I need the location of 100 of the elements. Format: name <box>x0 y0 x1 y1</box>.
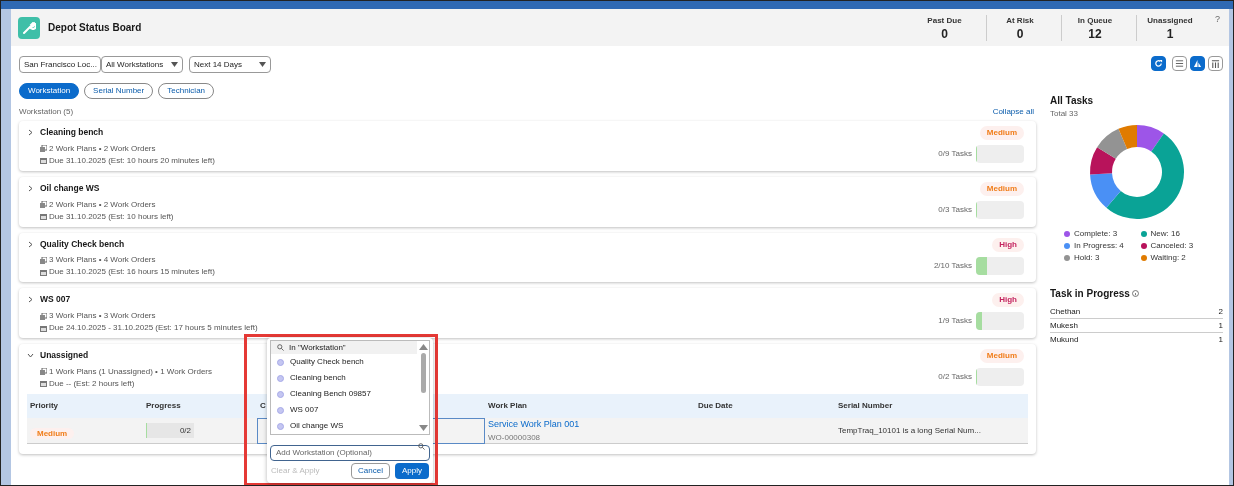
technician-name: Mukund <box>1050 334 1079 346</box>
scrollbar-thumb[interactable] <box>420 353 426 393</box>
stat-value: 0 <box>1016 26 1024 41</box>
documents-icon <box>40 368 47 376</box>
work-order-text: WO-00000308 <box>488 431 542 444</box>
due-text: Due 31.10.2025 (Est: 16 hours 15 minutes left) <box>49 266 215 279</box>
calendar-icon <box>40 213 47 220</box>
workstation-name: Unassigned <box>40 349 89 362</box>
workstation-name: Quality Check bench <box>40 237 125 251</box>
column-header: Progress <box>146 399 181 412</box>
documents-icon <box>40 256 47 264</box>
priority-tag: Medium <box>30 427 75 439</box>
stat-label: Past Due <box>927 14 962 27</box>
view-toggle[interactable] <box>1208 56 1223 71</box>
stat-label: At Risk <box>1006 14 1034 27</box>
collapse-all-link[interactable]: Collapse all <box>992 106 1034 118</box>
section-heading: Workstation (5) <box>19 106 74 118</box>
apply-button[interactable]: Apply <box>395 463 429 479</box>
column-header: Priority <box>30 399 58 412</box>
dropdown-option[interactable]: WS 007 <box>271 402 417 418</box>
serial-number-cell-text: TempTraq_10101 is a long Serial Num... <box>838 424 982 437</box>
dropdown-option[interactable]: Oil change WS <box>271 418 417 434</box>
work-plans-text: 3 Work Plans • 4 Work Orders <box>49 254 156 267</box>
chevron-right-icon[interactable] <box>27 296 34 304</box>
dropdown-option[interactable]: Cleaning bench <box>271 370 417 386</box>
legend-label: Hold: 3 <box>1074 252 1100 264</box>
legend-label: Waiting: 2 <box>1150 252 1186 264</box>
priority-tag: Medium <box>979 126 1024 140</box>
view-toggle[interactable] <box>1172 56 1187 71</box>
panel-title: Task in Progress <box>1050 287 1130 301</box>
caret-icon <box>259 62 266 67</box>
stat-value: 1 <box>1166 26 1174 41</box>
caret-icon <box>171 62 178 67</box>
scroll-up-icon[interactable] <box>418 344 428 350</box>
task-count: 1/9 Tasks <box>938 315 972 328</box>
legend-label: Complete: 3 <box>1074 228 1118 240</box>
task-count: 1 <box>1218 334 1223 346</box>
filter-dropdown[interactable]: All Workstations <box>101 56 183 73</box>
stat-label: In Queue <box>1077 14 1113 27</box>
progress-cell: 0/2 <box>146 423 194 439</box>
legend-label: Canceled: 3 <box>1150 240 1194 252</box>
technician-name: Mukesh <box>1050 319 1078 332</box>
calendar-icon <box>40 380 47 388</box>
group-tab[interactable]: Serial Number <box>84 83 154 99</box>
search-scope-text: In "Workstation" <box>289 341 346 354</box>
help-icon[interactable]: ? <box>1215 13 1220 27</box>
total-text: Total 33 <box>1050 108 1080 120</box>
filter-dropdown[interactable]: San Francisco Loc... <box>19 56 101 73</box>
wrench-icon <box>18 16 40 39</box>
legend-label: New: 16 <box>1150 228 1180 240</box>
workstation-name: Oil change WS <box>40 181 100 195</box>
chevron-right-icon[interactable] <box>27 240 34 248</box>
add-workstation-field[interactable]: Add Workstation (Optional) <box>270 444 430 461</box>
task-count: 2/10 Tasks <box>933 259 972 272</box>
cancel-button[interactable]: Cancel <box>351 463 390 479</box>
priority-tag: Medium <box>979 349 1024 363</box>
work-plans-text: 3 Work Plans • 3 Work Orders <box>49 310 156 322</box>
chevron-right-icon[interactable] <box>27 184 34 192</box>
list-icon <box>1175 59 1184 68</box>
documents-icon <box>40 312 47 320</box>
due-text: Due 24.10.2025 - 31.10.2025 (Est: 17 hours 5 minutes left) <box>49 322 258 334</box>
work-plan-link[interactable]: Service Work Plan 001 <box>488 418 698 432</box>
documents-icon <box>40 145 47 153</box>
technician-name: Chethan <box>1050 305 1081 318</box>
page-title: Depot Status Board <box>48 21 142 35</box>
chevron-right-icon[interactable] <box>27 129 34 136</box>
priority-tag: High <box>992 293 1024 308</box>
dropdown-option[interactable]: Quality Check bench <box>271 354 417 370</box>
calendar-icon <box>40 157 47 165</box>
search-icon <box>418 442 425 450</box>
column-header: Work Plan <box>488 399 527 412</box>
chevron-down-icon[interactable] <box>27 352 34 359</box>
stat-label: Unassigned <box>1147 14 1193 27</box>
workstation-name: WS 007 <box>40 293 71 306</box>
task-count: 0/9 Tasks <box>938 148 972 160</box>
group-tab[interactable]: Technician <box>158 83 215 99</box>
search-icon <box>277 344 284 351</box>
work-plans-text: 2 Work Plans • 2 Work Orders <box>49 198 156 211</box>
refresh-icon <box>1154 59 1163 68</box>
refresh-button[interactable] <box>1151 56 1166 71</box>
filter-dropdown[interactable]: Next 14 Days <box>189 56 271 73</box>
task-count: 1 <box>1218 319 1223 332</box>
due-text: Due 31.10.2025 (Est: 10 hours left) <box>49 210 174 223</box>
view-toggle[interactable] <box>1190 56 1205 71</box>
task-count: 0/3 Tasks <box>938 203 972 216</box>
panel-title: All Tasks <box>1050 94 1095 108</box>
work-plans-text: 2 Work Plans • 2 Work Orders <box>49 142 156 155</box>
legend-label: In Progress: 4 <box>1074 240 1124 252</box>
column-header: Due Date <box>698 399 733 412</box>
info-icon[interactable] <box>1131 290 1139 297</box>
due-text: Due 31.10.2025 (Est: 10 hours 20 minutes left) <box>49 154 215 167</box>
group-tab[interactable]: Workstation <box>19 83 80 99</box>
column-header: Serial Number <box>838 399 893 412</box>
scroll-down-icon[interactable] <box>418 425 428 431</box>
table-icon <box>1211 59 1220 68</box>
calendar-icon <box>40 268 47 276</box>
chart-icon <box>1193 59 1202 68</box>
stat-value: 0 <box>941 26 948 41</box>
calendar-icon <box>40 324 47 332</box>
dropdown-option[interactable]: Cleaning Bench 09857 <box>271 386 417 402</box>
